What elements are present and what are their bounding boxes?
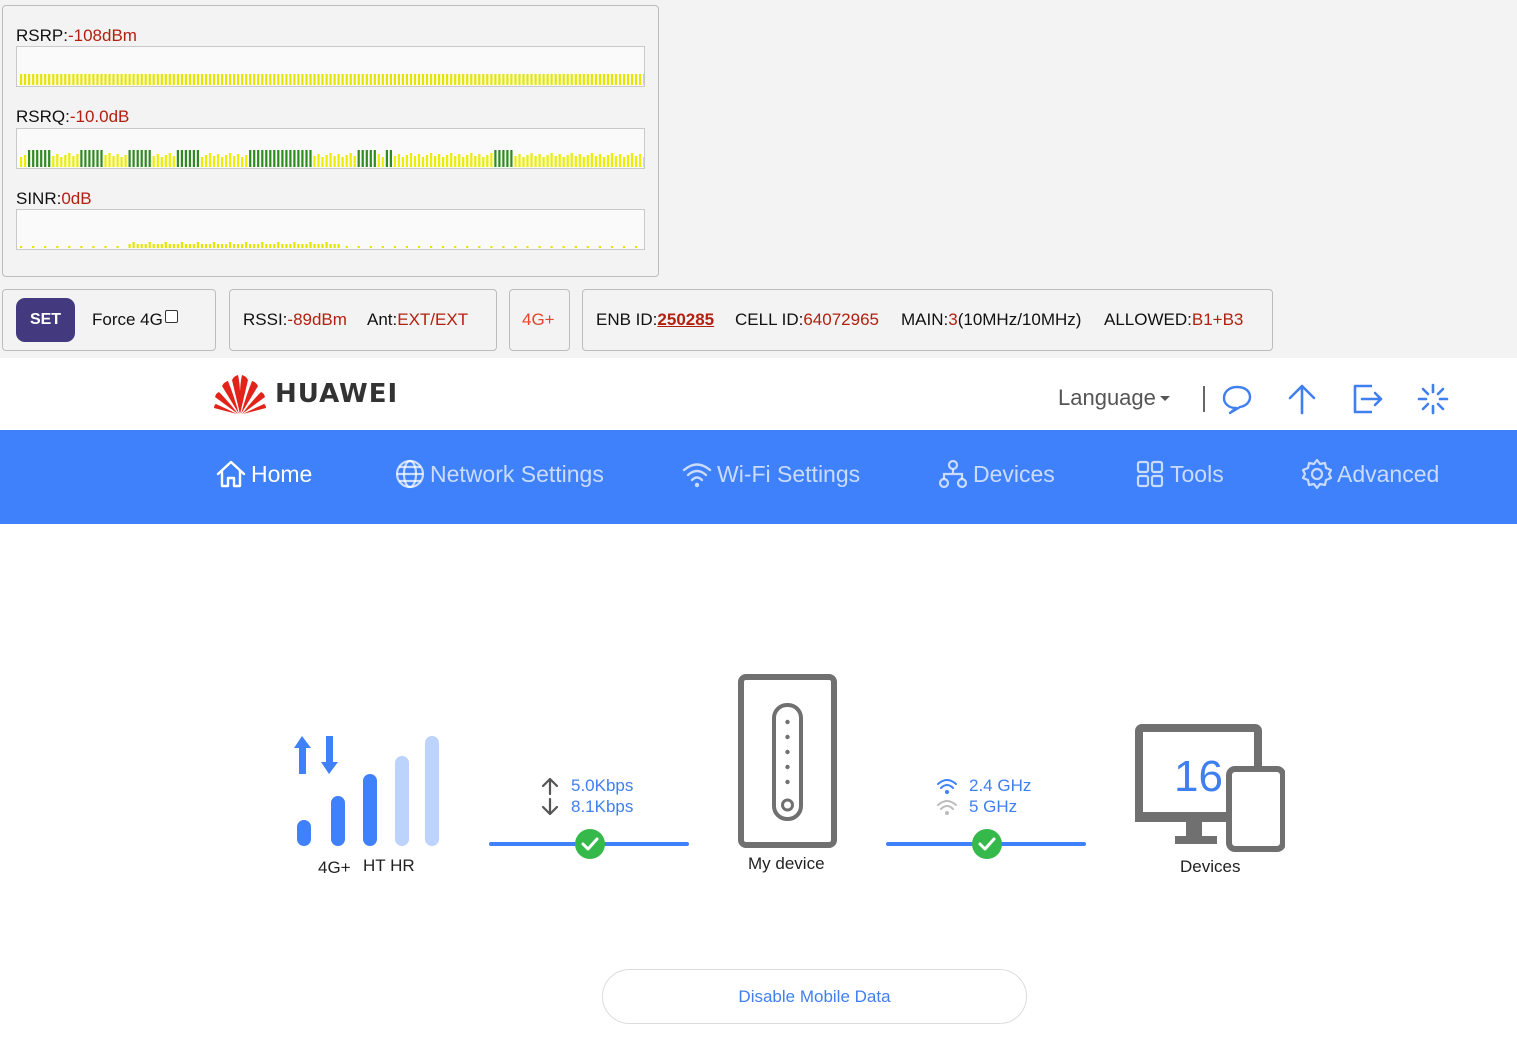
rsrq-label: RSRQ:-10.0dB [16, 107, 130, 126]
rsrp-bar-graph [16, 46, 645, 87]
home-dashboard: 4G+ HT HR 5.0Kbps 8.1Kbps My device 2.4 … [0, 524, 1517, 1039]
language-selector[interactable]: Language [1058, 385, 1170, 411]
operator-name: HT HR [363, 856, 415, 875]
caret-down-icon [1159, 396, 1170, 401]
download-arrow-icon [541, 797, 559, 816]
huawei-flower-icon [214, 375, 266, 414]
network-type-box: 4G+ [509, 289, 570, 351]
loading-icon[interactable] [1416, 382, 1450, 416]
signal-strength-icon[interactable] [294, 734, 444, 849]
wifi-connected-check-icon [972, 829, 1002, 859]
rsrq-bar-graph [16, 128, 645, 169]
main-band-readout: MAIN:3(10MHz/10MHz) [901, 310, 1082, 329]
enb-id-link[interactable]: 250285 [657, 310, 714, 329]
router-device-icon[interactable] [738, 674, 837, 848]
nav-tools[interactable]: Tools [1134, 458, 1224, 490]
upload-arrow-icon [541, 777, 559, 796]
wifi-icon [682, 463, 712, 488]
rsrp-label: RSRP:-108dBm [16, 26, 137, 45]
devices-tree-icon [938, 459, 968, 489]
wifi-5ghz-icon [937, 800, 957, 815]
nav-network-settings[interactable]: Network Settings [394, 458, 604, 490]
internet-connected-check-icon [575, 829, 605, 859]
allowed-bands-readout: ALLOWED:B1+B3 [1104, 310, 1244, 329]
devices-count: 16 [1174, 752, 1223, 801]
enb-id-readout: ENB ID:250285 [596, 310, 715, 329]
nav-devices[interactable]: Devices [937, 458, 1055, 490]
force-4g-box: SET Force 4G [2, 289, 216, 351]
huawei-logo[interactable]: HUAWEI [213, 374, 398, 414]
sinr-label: SINR:0dB [16, 189, 92, 208]
gear-icon [1301, 458, 1333, 490]
disable-mobile-data-button[interactable]: Disable Mobile Data [602, 969, 1027, 1024]
network-type-badge: 4G+ [522, 310, 555, 329]
devices-label: Devices [1180, 857, 1241, 876]
chat-icon[interactable] [1220, 382, 1254, 416]
signal-panel: RSRP:-108dBm RSRQ:-10.0dB SINR:0dB [2, 5, 659, 277]
antenna-readout: Ant:EXT/EXT [367, 310, 469, 329]
wifi-5ghz-label: 5 GHz [969, 797, 1018, 816]
download-speed: 8.1Kbps [571, 797, 634, 816]
rssi-readout: RSSI:-89dBm [243, 310, 347, 329]
sinr-bar-graph [16, 209, 645, 250]
rssi-box: RSSI:-89dBm Ant:EXT/EXT [229, 289, 497, 351]
cell-id-readout: CELL ID:64072965 [735, 310, 879, 329]
nav-advanced[interactable]: Advanced [1301, 458, 1439, 490]
upload-icon[interactable] [1285, 382, 1319, 416]
tools-grid-icon [1136, 460, 1164, 488]
header: HUAWEI Language [0, 358, 1517, 430]
my-device-label: My device [748, 854, 825, 873]
globe-icon [395, 459, 425, 489]
signal-monitor: RSRP:-108dBm RSRQ:-10.0dB SINR:0dB SET F… [0, 0, 1517, 358]
nav-wifi-settings[interactable]: Wi-Fi Settings [681, 458, 860, 490]
logout-icon[interactable] [1351, 382, 1385, 416]
cell-info-box: ENB ID:250285 CELL ID:64072965 MAIN:3(10… [582, 289, 1273, 351]
main-nav: Home Network Settings Wi-Fi Settings Dev… [0, 430, 1517, 524]
wifi-24ghz-label: 2.4 GHz [969, 776, 1032, 795]
wifi-24ghz-icon [937, 779, 957, 794]
nav-home[interactable]: Home [215, 458, 312, 490]
force-4g-checkbox[interactable] [164, 310, 178, 323]
header-divider [1203, 386, 1205, 412]
force-4g-toggle[interactable]: Force 4G [92, 310, 178, 330]
brand-name: HUAWEI [275, 379, 399, 409]
network-type-label: 4G+ [318, 858, 351, 877]
upload-speed: 5.0Kbps [571, 776, 634, 795]
home-icon [216, 460, 246, 488]
set-button[interactable]: SET [16, 298, 75, 342]
